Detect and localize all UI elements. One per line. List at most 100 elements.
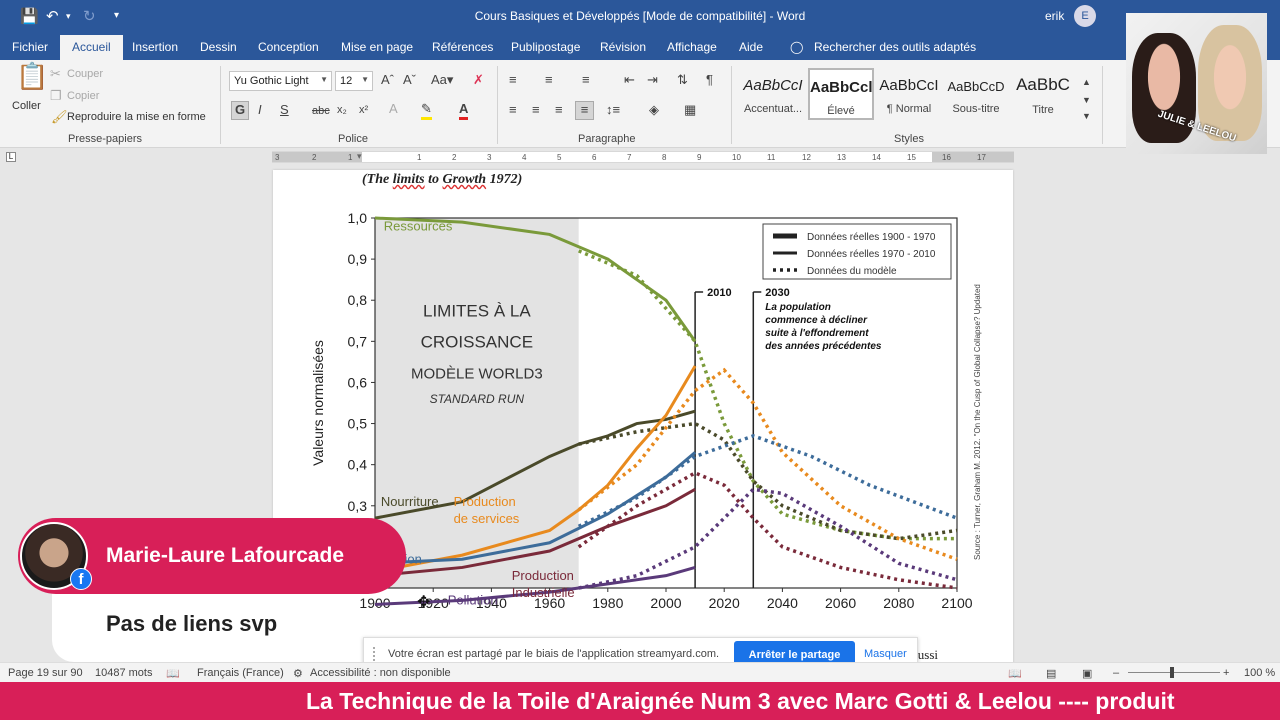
ribbon: 📋 Coller ✂ Couper ❐ Copier 🖌 Reproduire … [0, 60, 1280, 148]
underline-icon[interactable]: S [280, 102, 289, 118]
text-effects-icon[interactable]: A [389, 101, 398, 117]
word-count[interactable]: 10487 mots [95, 667, 152, 679]
justify-icon[interactable]: ≡ [575, 101, 594, 120]
ruler-number: 3 [275, 153, 280, 162]
strikethrough-icon[interactable]: abc [312, 103, 330, 119]
proofing-icon[interactable]: 📖 [166, 667, 180, 680]
zoom-level[interactable]: 100 % [1244, 667, 1275, 679]
x-tick-label: 2060 [825, 595, 856, 611]
shrink-font-icon[interactable]: Aˇ [403, 72, 416, 88]
ticker-banner: La Technique de la Toile d'Araignée Num … [0, 682, 1280, 720]
language[interactable]: Français (France) [197, 667, 284, 679]
share-message: Votre écran est partagé par le biais de … [388, 648, 720, 660]
align-right-icon[interactable]: ≡ [555, 102, 563, 118]
italic-icon[interactable]: I [258, 102, 262, 118]
tab-aide[interactable]: Aide [739, 40, 763, 54]
y-tick-label: 0,9 [348, 251, 368, 267]
panel-title-line: STANDARD RUN [430, 392, 525, 406]
pilcrow-icon[interactable]: ¶ [706, 72, 713, 88]
read-mode-icon[interactable]: 📖 [1008, 667, 1022, 680]
highlight-icon[interactable]: ✎ [421, 101, 432, 120]
styles-more-icon[interactable]: ▼ [1082, 108, 1091, 124]
legend-label: Données réelles 1900 - 1970 [807, 232, 936, 243]
page-count[interactable]: Page 19 sur 90 [8, 667, 83, 679]
format-painter-button[interactable]: Reproduire la mise en forme [67, 111, 206, 123]
zoom-slider-thumb[interactable] [1170, 667, 1174, 678]
font-family-select[interactable]: Yu Gothic Light ▼ [229, 71, 332, 91]
style-eleve[interactable]: AaBbCcl Élevé [808, 68, 874, 120]
zoom-slider[interactable] [1128, 672, 1220, 673]
styles-scroll-down-icon[interactable]: ▼ [1082, 92, 1091, 108]
series-label: Production [512, 568, 574, 583]
zoom-out-icon[interactable]: – [1113, 667, 1119, 679]
font-color-icon[interactable]: A [459, 101, 469, 120]
tab-references[interactable]: Références [432, 40, 493, 54]
format-painter-icon: 🖌 [51, 109, 68, 124]
numbering-icon[interactable]: ≡ [545, 72, 553, 88]
sort-icon[interactable]: ⇅ [677, 72, 688, 88]
superscript-icon[interactable]: x² [359, 102, 368, 118]
panel-title-line: LIMITES À LA [423, 302, 531, 321]
panel-title-line: CROISSANCE [421, 333, 533, 352]
ruler-number: 2 [312, 153, 317, 162]
font-group-label: Police [338, 133, 368, 145]
horizontal-ruler[interactable]: ▾ 3 2 1 1 2 3 4 5 6 7 8 9 10 11 12 13 14… [272, 151, 1014, 163]
font-size-select[interactable]: 12 ▼ [335, 71, 373, 91]
change-case-icon[interactable]: Aa▾ [431, 72, 453, 88]
search-tools-input[interactable]: Rechercher des outils adaptés [814, 40, 976, 54]
tab-publipostage[interactable]: Publipostage [511, 40, 580, 54]
copy-button[interactable]: Copier [67, 90, 99, 102]
increase-indent-icon[interactable]: ⇥ [647, 72, 658, 88]
shading-icon[interactable]: ◈ [649, 102, 659, 118]
web-layout-icon[interactable]: ▣ [1082, 667, 1092, 680]
borders-icon[interactable]: ▦ [684, 102, 696, 118]
marker-note: commence à décliner [765, 315, 868, 326]
y-tick-label: 0,7 [348, 333, 368, 349]
ruler-number: 16 [942, 153, 951, 162]
style-titre[interactable]: AaBbC Titre [1010, 68, 1076, 120]
tab-dessin[interactable]: Dessin [200, 40, 237, 54]
style-normal[interactable]: AaBbCcI ¶ Normal [876, 68, 942, 120]
tab-affichage[interactable]: Affichage [667, 40, 717, 54]
style-sous-titre[interactable]: AaBbCcD Sous-titre [943, 68, 1009, 120]
decrease-indent-icon[interactable]: ⇤ [624, 72, 635, 88]
paste-icon[interactable]: 📋 [16, 63, 48, 89]
styles-scroll-up-icon[interactable]: ▲ [1082, 74, 1091, 90]
align-center-icon[interactable]: ≡ [532, 102, 540, 118]
style-sample: AaBbCcD [947, 79, 1005, 94]
indent-marker-icon[interactable]: ▾ [357, 151, 362, 162]
copy-icon: ❐ [50, 88, 62, 103]
marker-note: des années précédentes [765, 341, 882, 352]
grow-font-icon[interactable]: Aˆ [381, 72, 394, 88]
y-tick-label: 1,0 [348, 210, 368, 226]
bullets-icon[interactable]: ≡ [509, 72, 517, 88]
drag-handle-icon[interactable] [373, 647, 379, 661]
tab-accueil[interactable]: Accueil [60, 35, 123, 60]
tab-conception[interactable]: Conception [258, 40, 319, 54]
clear-format-icon[interactable]: ✗ [473, 72, 484, 88]
accessibility-status[interactable]: Accessibilité : non disponible [310, 667, 451, 679]
subscript-icon[interactable]: x₂ [337, 102, 347, 118]
tab-fichier[interactable]: Fichier [12, 40, 48, 54]
tab-insertion[interactable]: Insertion [132, 40, 178, 54]
bold-icon[interactable]: G [231, 101, 249, 120]
tab-mise-en-page[interactable]: Mise en page [341, 40, 413, 54]
cut-button[interactable]: Couper [67, 68, 103, 80]
hide-button[interactable]: Masquer [864, 648, 907, 660]
series-label: Industrielle [512, 585, 575, 600]
user-name[interactable]: erik [1045, 9, 1064, 23]
multilevel-list-icon[interactable]: ≡ [582, 72, 590, 88]
style-accentuation[interactable]: AaBbCcI Accentuat... [740, 68, 806, 120]
move-cursor-icon: ✥ [417, 594, 431, 611]
avatar[interactable]: E [1074, 5, 1096, 27]
tab-stop-selector-icon[interactable]: L [6, 152, 16, 162]
document-page[interactable]: (The limits to Growth 1972) aussi 1900 19… [273, 170, 1013, 670]
line-spacing-icon[interactable]: ↕≡ [606, 102, 620, 118]
tab-revision[interactable]: Révision [600, 40, 646, 54]
paste-button[interactable]: Coller [12, 100, 41, 112]
zoom-in-icon[interactable]: + [1223, 667, 1229, 679]
align-left-icon[interactable]: ≡ [509, 102, 517, 118]
ruler-number: 5 [557, 153, 562, 162]
print-layout-icon[interactable]: ▤ [1046, 667, 1056, 680]
series-label: Nourriture [381, 494, 439, 509]
